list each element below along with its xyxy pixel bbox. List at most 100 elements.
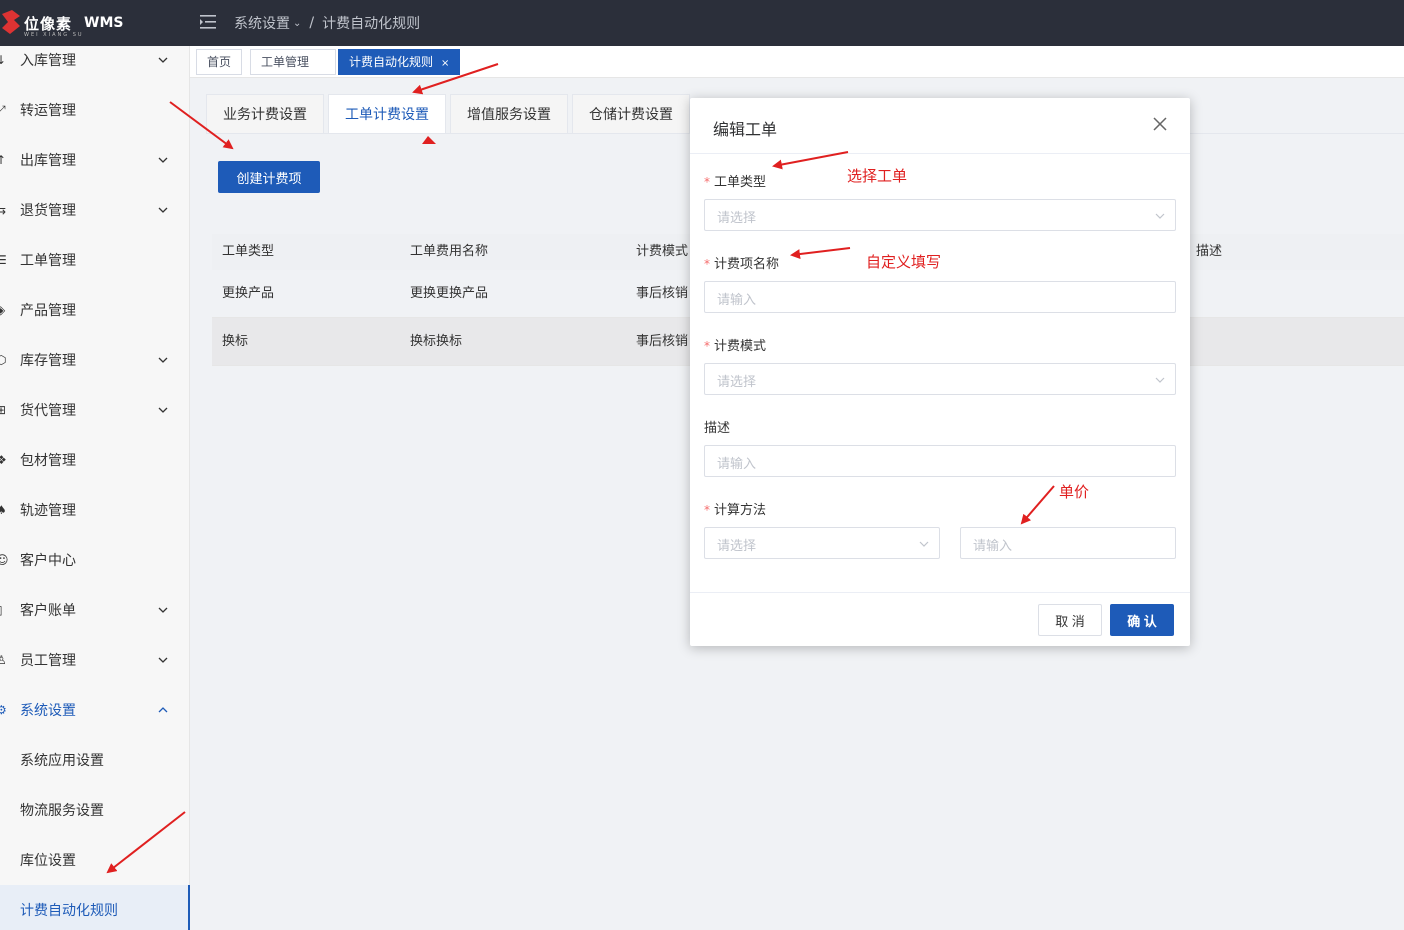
track-icon: ♠ (0, 503, 7, 517)
sidebar-item-label: 库位设置 (20, 853, 76, 869)
sidebar-item-track[interactable]: ♠ 轨迹管理 (0, 485, 190, 535)
table-cell (1186, 318, 1404, 365)
breadcrumb-separator: / (309, 15, 315, 31)
sidebar-item-label: 转运管理 (20, 103, 76, 119)
outbound-icon: ↑ (0, 153, 7, 167)
sidebar-subitem-location-settings[interactable]: 库位设置 (0, 835, 190, 885)
tag-label: 工单管理 (261, 55, 310, 69)
sidebar-item-label: 退货管理 (20, 203, 76, 219)
dialog-footer-divider (690, 592, 1190, 593)
tag-billing-rules[interactable]: 计费自动化规则 × (338, 49, 461, 75)
workorder-icon: ☰ (0, 253, 7, 267)
sidebar-item-label: 产品管理 (20, 303, 76, 319)
column-header: 工单类型 (222, 244, 275, 259)
chevron-down-icon (158, 157, 168, 163)
chevron-down-icon (158, 407, 168, 413)
annotation-unit-price: 单价 (1059, 483, 1090, 501)
sidebar-item-package[interactable]: ❖ 包材管理 (0, 435, 190, 485)
chevron-up-icon (158, 707, 168, 713)
billing-mode-select[interactable]: 请选择 (704, 363, 1176, 395)
sidebar-item-label: 货代管理 (20, 403, 76, 419)
create-billing-item-button[interactable]: 创建计费项 (218, 161, 320, 193)
field-label-text: 计费项名称 (714, 257, 780, 272)
field-label-text: 工单类型 (714, 175, 767, 190)
description-input[interactable]: 请输入 (704, 445, 1176, 477)
chevron-down-icon (158, 607, 168, 613)
sidebar-item-product[interactable]: ◈ 产品管理 (0, 285, 190, 335)
sidebar-subitem-billing-rules[interactable]: 计费自动化规则 (0, 885, 190, 930)
sidebar-item-inventory[interactable]: ⬡ 库存管理 (0, 335, 190, 385)
placeholder: 请选择 (717, 539, 757, 554)
sidebar: ↓ 入库管理 ⤢ 转运管理 ↑ 出库管理 ⇆ 退货管理 ☰ 工单管理 ◈ 产品管… (0, 46, 190, 930)
tab-storage-billing[interactable]: 仓储计费设置 (572, 94, 690, 134)
table-cell: 更换更换产品 (410, 286, 489, 301)
breadcrumb-item-current: 计费自动化规则 (322, 16, 421, 32)
table-cell: 换标换标 (410, 334, 463, 349)
required-mark: * (704, 257, 710, 271)
sidebar-item-bill[interactable]: ▯ 客户账单 (0, 585, 190, 635)
tag-home[interactable]: 首页 (196, 49, 243, 75)
logo: 位像素 WEI XIANG SU WMS (0, 8, 190, 38)
sidebar-subitem-app-settings[interactable]: 系统应用设置 (0, 735, 190, 785)
sidebar-item-inbound[interactable]: ↓ 入库管理 (0, 35, 190, 85)
sidebar-item-label: 客户中心 (20, 553, 76, 569)
sidebar-item-returns[interactable]: ⇆ 退货管理 (0, 185, 190, 235)
dialog-title: 编辑工单 (713, 120, 778, 139)
field-label-text: 描述 (704, 421, 731, 436)
billing-name-input[interactable]: 请输入 (704, 281, 1176, 313)
package-icon: ❖ (0, 453, 7, 467)
sidebar-item-customer[interactable]: ☺ 客户中心 (0, 535, 190, 585)
calc-method-select[interactable]: 请选择 (704, 527, 940, 559)
tab-value-added-service[interactable]: 增值服务设置 (450, 94, 568, 134)
sidebar-item-label: 库存管理 (20, 353, 76, 369)
breadcrumb-item-settings[interactable]: 系统设置 (234, 13, 290, 33)
sidebar-item-label: 轨迹管理 (20, 503, 76, 519)
sidebar-item-outbound[interactable]: ↑ 出库管理 (0, 135, 190, 185)
cancel-button[interactable]: 取 消 (1038, 604, 1102, 636)
sidebar-item-staff[interactable]: ♙ 员工管理 (0, 635, 190, 685)
placeholder: 请选择 (717, 211, 757, 226)
sidebar-item-label: 包材管理 (20, 453, 76, 469)
close-icon[interactable] (1152, 116, 1168, 132)
return-icon: ⇆ (0, 203, 7, 217)
sidebar-item-label: 出库管理 (20, 153, 76, 169)
sidebar-item-label: 客户账单 (20, 603, 76, 619)
column-header: 描述 (1196, 244, 1223, 259)
transfer-icon: ⤢ (0, 103, 6, 117)
unit-price-input[interactable]: 请输入 (960, 527, 1176, 559)
sidebar-item-label: 系统应用设置 (20, 753, 104, 769)
field-label-text: 计费模式 (714, 339, 767, 354)
field-label-workorder-type: * 工单类型 (704, 171, 766, 190)
workorder-type-select[interactable]: 请选择 (704, 199, 1176, 231)
inbound-icon: ↓ (0, 53, 7, 67)
required-mark: * (704, 503, 710, 517)
settings-icon: ⚙ (0, 703, 7, 717)
forwarder-icon: ⊞ (0, 403, 7, 417)
required-mark: * (704, 339, 710, 353)
customer-icon: ☺ (0, 553, 9, 567)
sidebar-item-settings[interactable]: ⚙ 系统设置 (0, 685, 190, 735)
edit-workorder-dialog: 编辑工单 * 工单类型 请选择 * 计费项名称 请输入 * 计费模式 请选择 描述 请… (690, 98, 1190, 646)
field-label-description: 描述 (704, 417, 730, 436)
sidebar-subitem-logistics-settings[interactable]: 物流服务设置 (0, 785, 190, 835)
chevron-down-icon (158, 657, 168, 663)
sidebar-item-label: 计费自动化规则 (20, 903, 118, 919)
logo-icon (2, 10, 20, 34)
annotation-select-workorder: 选择工单 (847, 167, 908, 185)
sidebar-item-workorder[interactable]: ☰ 工单管理 (0, 235, 190, 285)
tab-business-billing[interactable]: 业务计费设置 (206, 94, 324, 134)
annotation-custom-fill: 自定义填写 (866, 253, 942, 271)
inventory-icon: ⬡ (0, 353, 7, 367)
sidebar-item-label: 员工管理 (20, 653, 76, 669)
table-cell: 更换产品 (222, 286, 275, 301)
tab-workorder-billing[interactable]: 工单计费设置 (328, 94, 446, 134)
tags-view-bar: 首页 工单管理 计费自动化规则 × (190, 46, 1404, 78)
confirm-button[interactable]: 确 认 (1110, 604, 1174, 636)
sidebar-item-transfer[interactable]: ⤢ 转运管理 (0, 85, 190, 135)
top-bar: 位像素 WEI XIANG SU WMS 系统设置 ⌄ / 计费自动化规则 (0, 0, 1404, 46)
chevron-down-icon: ⌄ (293, 17, 302, 29)
menu-collapse-icon[interactable] (200, 15, 216, 29)
tag-workorder[interactable]: 工单管理 (250, 49, 336, 75)
close-icon[interactable]: × (441, 58, 449, 69)
sidebar-item-forwarder[interactable]: ⊞ 货代管理 (0, 385, 190, 435)
